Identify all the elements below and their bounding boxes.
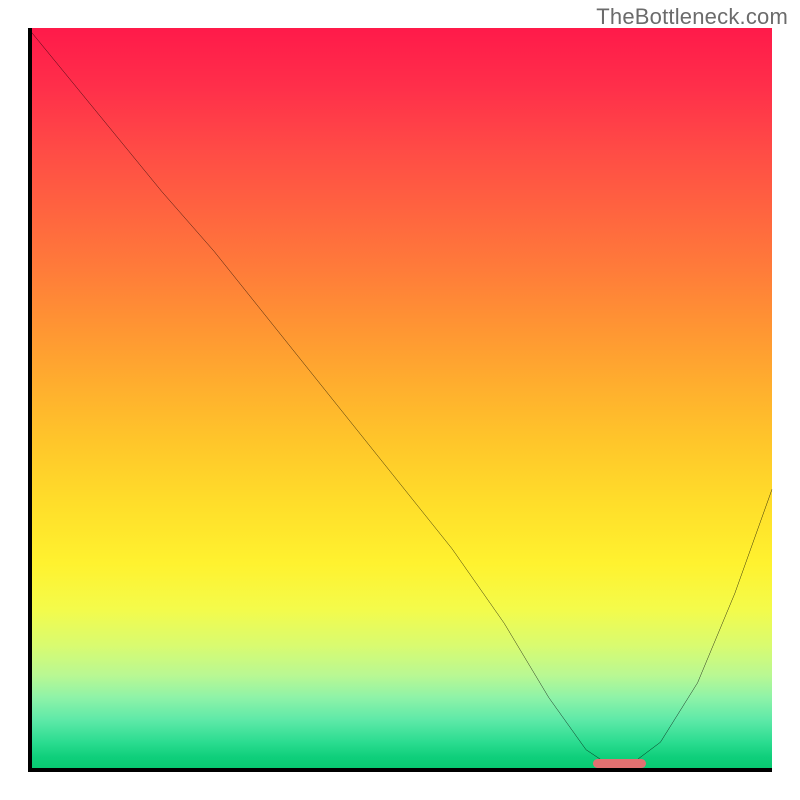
plot-area [28,28,772,772]
optimal-range-marker [593,759,645,768]
watermark-label: TheBottleneck.com [596,4,788,30]
bottleneck-curve [28,28,772,772]
chart-canvas: TheBottleneck.com [0,0,800,800]
